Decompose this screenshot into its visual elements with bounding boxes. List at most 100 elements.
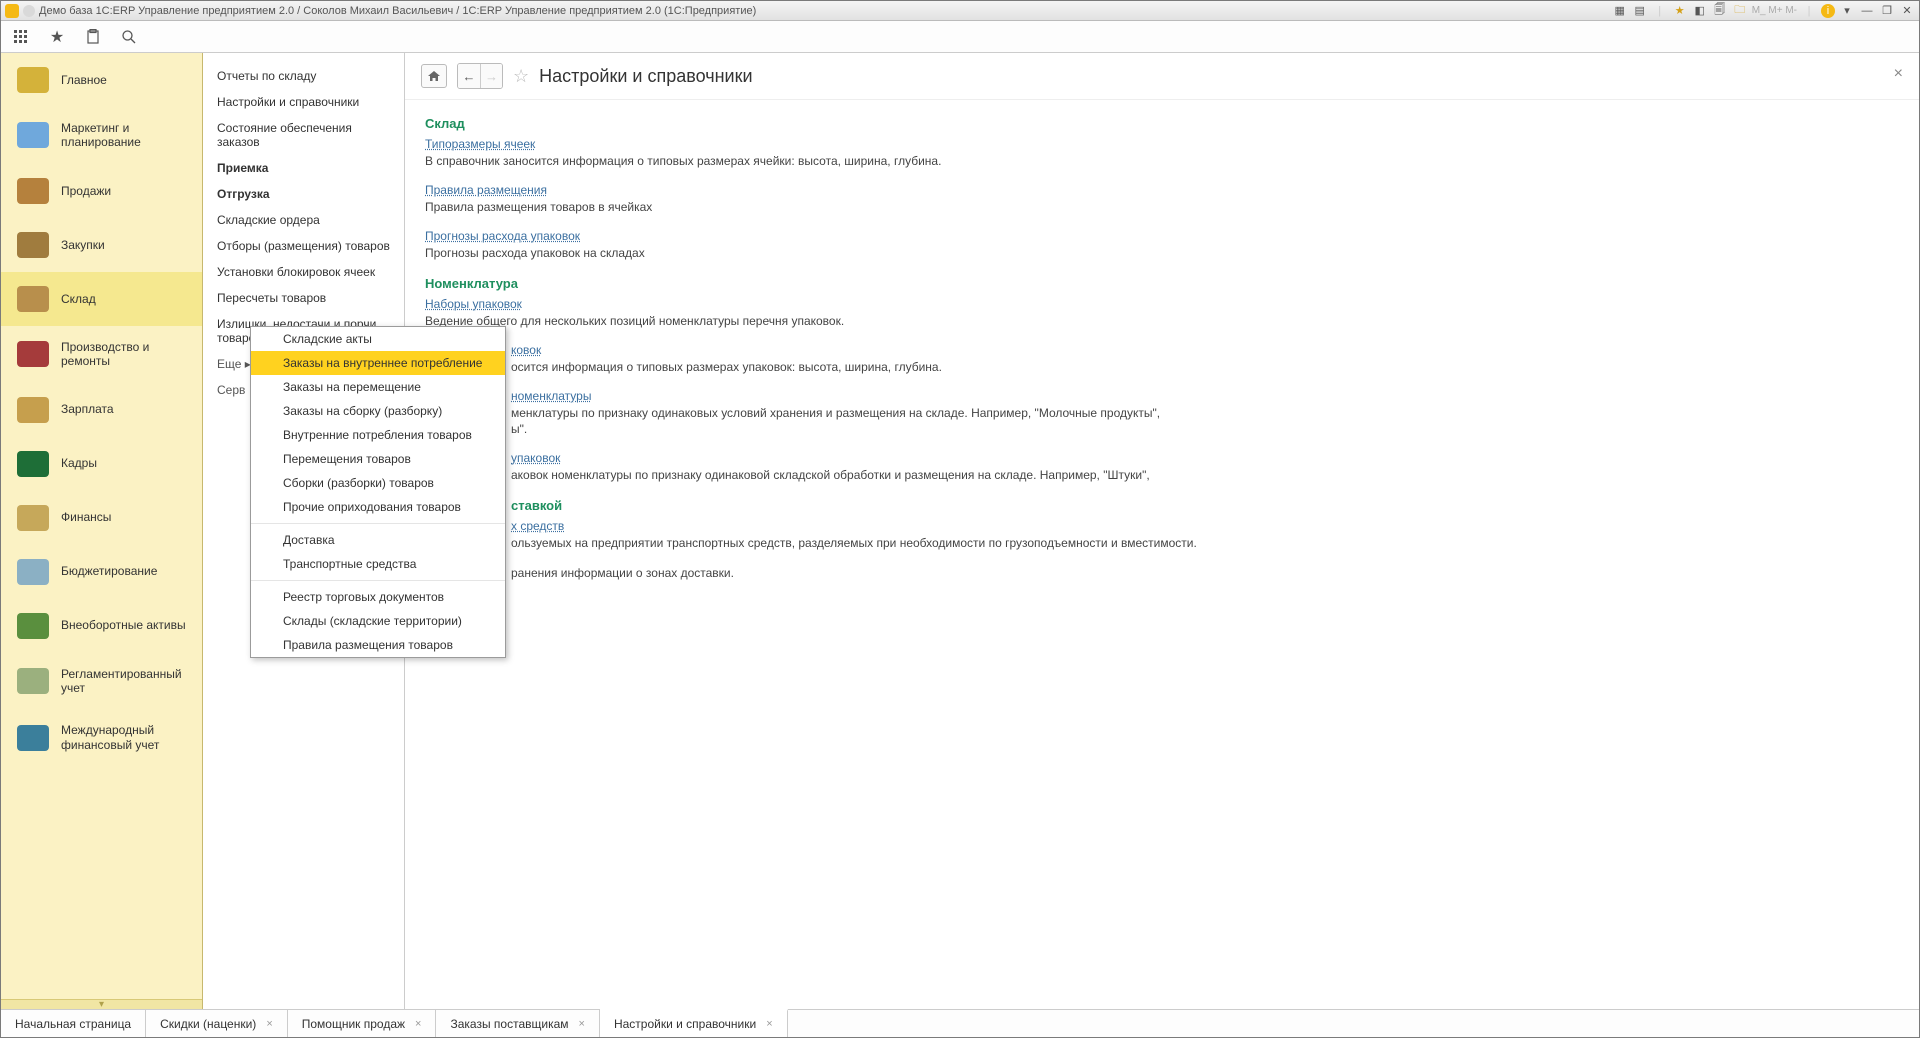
sidebar-item-3[interactable]: Закупки xyxy=(1,218,202,272)
nav2-item-1[interactable]: Настройки и справочники xyxy=(203,89,404,115)
content-link[interactable]: Правила размещения xyxy=(425,183,547,197)
nav2-item-6[interactable]: Отборы (размещения) товаров xyxy=(203,233,404,259)
nav2-item-3[interactable]: Приемка xyxy=(203,155,404,181)
tab-3[interactable]: Заказы поставщикам× xyxy=(436,1010,599,1037)
info-icon[interactable]: i xyxy=(1821,4,1835,18)
sidebar-item-icon xyxy=(17,178,49,204)
favorite-toggle[interactable]: ☆ xyxy=(513,66,529,87)
popup-item-4[interactable]: Внутренние потребления товаров xyxy=(251,423,505,447)
content-link[interactable]: х средств xyxy=(511,519,564,533)
tab-close-icon[interactable]: × xyxy=(766,1018,772,1030)
content-desc: Прогнозы расхода упаковок на складах xyxy=(425,245,1899,261)
sidebar-item-label: Внеоборотные активы xyxy=(61,618,186,632)
sidebar-item-6[interactable]: Зарплата xyxy=(1,383,202,437)
nav2-item-4[interactable]: Отгрузка xyxy=(203,181,404,207)
sidebar-item-label: Закупки xyxy=(61,238,105,252)
sidebar-item-label: Склад xyxy=(61,292,96,306)
forward-button[interactable]: → xyxy=(480,64,502,88)
sidebar-item-icon xyxy=(17,232,49,258)
popup-item-12[interactable]: Правила размещения товаров xyxy=(251,633,505,657)
nav2-item-2[interactable]: Состояние обеспечения заказов xyxy=(203,115,404,155)
tb-icon-5[interactable]: 🗀 xyxy=(1732,4,1748,18)
app-icon xyxy=(5,4,19,18)
tab-close-icon[interactable]: × xyxy=(579,1018,585,1030)
bottom-tabs: Начальная страницаСкидки (наценки)×Помощ… xyxy=(1,1009,1919,1037)
sidebar-item-4[interactable]: Склад xyxy=(1,272,202,326)
tab-2[interactable]: Помощник продаж × xyxy=(288,1010,437,1037)
tab-label: Помощник продаж xyxy=(302,1017,405,1031)
main-toolbar: ★ xyxy=(1,21,1919,53)
popup-item-8[interactable]: Доставка xyxy=(251,528,505,552)
nav-arrows: ← → xyxy=(457,63,503,89)
content-link[interactable]: Наборы упаковок xyxy=(425,297,522,311)
sidebar-item-9[interactable]: Бюджетирование xyxy=(1,545,202,599)
sidebar-item-0[interactable]: Главное xyxy=(1,53,202,107)
back-button[interactable]: ← xyxy=(458,64,480,88)
tab-4[interactable]: Настройки и справочники × xyxy=(600,1009,788,1037)
tab-0[interactable]: Начальная страница xyxy=(1,1010,146,1037)
tb-sep2: | xyxy=(1801,4,1817,18)
sidebar-scroll-down[interactable]: ▾ xyxy=(1,999,202,1009)
search-icon[interactable] xyxy=(119,27,139,47)
sidebar-item-icon xyxy=(17,613,49,639)
content-header: ← → ☆ Настройки и справочники × xyxy=(405,53,1919,100)
sidebar-item-11[interactable]: Регламентированный учет xyxy=(1,653,202,710)
maximize-button[interactable]: ❐ xyxy=(1879,4,1895,18)
popup-item-5[interactable]: Перемещения товаров xyxy=(251,447,505,471)
nav2-item-0[interactable]: Отчеты по складу xyxy=(203,63,404,89)
sidebar-item-label: Зарплата xyxy=(61,402,114,416)
content-link[interactable]: упаковок xyxy=(511,451,560,465)
popup-item-1[interactable]: Заказы на внутреннее потребление xyxy=(251,351,505,375)
tb-icon-1[interactable]: ▦ xyxy=(1612,4,1628,18)
sidebar-item-5[interactable]: Производство и ремонты xyxy=(1,326,202,383)
dropdown2-icon[interactable]: ▾ xyxy=(1839,4,1855,18)
popup-item-11[interactable]: Склады (складские территории) xyxy=(251,609,505,633)
tab-label: Настройки и справочники xyxy=(614,1017,756,1031)
tb-icon-4[interactable]: 🗐 xyxy=(1712,4,1728,18)
tb-text-m[interactable]: M_ M+ M- xyxy=(1752,4,1797,18)
sidebar-item-12[interactable]: Международныйфинансовый учет xyxy=(1,709,202,766)
sidebar-item-icon xyxy=(17,341,49,367)
minimize-button[interactable]: — xyxy=(1859,4,1875,18)
sidebar-item-1[interactable]: Маркетинг ипланирование xyxy=(1,107,202,164)
nav2-item-7[interactable]: Установки блокировок ячеек xyxy=(203,259,404,285)
content-desc: осится информация о типовых размерах упа… xyxy=(425,359,1899,375)
section-heading: Номенклатура xyxy=(425,276,1899,291)
home-button[interactable] xyxy=(421,64,447,88)
star-icon[interactable]: ★ xyxy=(47,27,67,47)
nav2-item-8[interactable]: Пересчеты товаров xyxy=(203,285,404,311)
close-button[interactable]: ✕ xyxy=(1899,4,1915,18)
close-page-button[interactable]: × xyxy=(1894,65,1903,83)
content-link[interactable]: Типоразмеры ячеек xyxy=(425,137,535,151)
popup-item-6[interactable]: Сборки (разборки) товаров xyxy=(251,471,505,495)
popup-item-10[interactable]: Реестр торговых документов xyxy=(251,585,505,609)
tab-close-icon[interactable]: × xyxy=(266,1018,272,1030)
tb-icon-3[interactable]: ◧ xyxy=(1692,4,1708,18)
sidebar-item-label: Маркетинг ипланирование xyxy=(61,121,141,150)
content-link[interactable]: Прогнозы расхода упаковок xyxy=(425,229,580,243)
apps-icon[interactable] xyxy=(11,27,31,47)
popup-item-7[interactable]: Прочие оприходования товаров xyxy=(251,495,505,519)
favorite-icon[interactable]: ★ xyxy=(1672,4,1688,18)
content-link[interactable]: номенклатуры xyxy=(511,389,591,403)
tb-icon-2[interactable]: ▤ xyxy=(1632,4,1648,18)
nav2-item-5[interactable]: Складские ордера xyxy=(203,207,404,233)
popup-item-3[interactable]: Заказы на сборку (разборку) xyxy=(251,399,505,423)
popup-item-0[interactable]: Складские акты xyxy=(251,327,505,351)
clipboard-icon[interactable] xyxy=(83,27,103,47)
sidebar-item-8[interactable]: Финансы xyxy=(1,491,202,545)
sidebar-item-label: Регламентированный учет xyxy=(61,667,192,696)
sidebar-item-icon xyxy=(17,397,49,423)
sidebar-item-7[interactable]: Кадры xyxy=(1,437,202,491)
dropdown-icon[interactable] xyxy=(23,5,35,17)
content-link[interactable]: ковок xyxy=(511,343,541,357)
tab-close-icon[interactable]: × xyxy=(415,1018,421,1030)
sidebar-item-10[interactable]: Внеоборотные активы xyxy=(1,599,202,653)
popup-item-9[interactable]: Транспортные средства xyxy=(251,552,505,576)
sidebar-item-2[interactable]: Продажи xyxy=(1,164,202,218)
popup-item-2[interactable]: Заказы на перемещение xyxy=(251,375,505,399)
tab-1[interactable]: Скидки (наценки)× xyxy=(146,1010,288,1037)
titlebar: Демо база 1С:ERP Управление предприятием… xyxy=(1,1,1919,21)
sidebar-item-icon xyxy=(17,559,49,585)
popup-divider xyxy=(251,523,505,524)
